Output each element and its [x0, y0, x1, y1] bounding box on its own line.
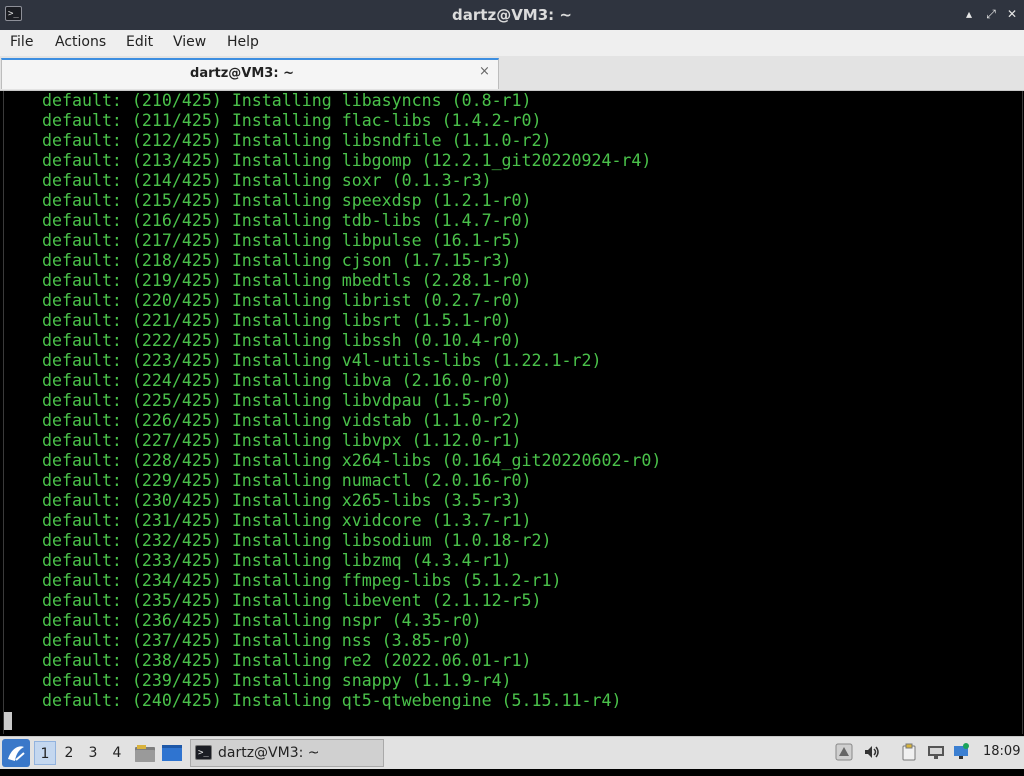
window-title: dartz@VM3: ~ — [452, 6, 572, 24]
terminal-task-icon: >_ — [195, 745, 212, 760]
maximize-icon[interactable]: ⤢ — [983, 6, 999, 22]
display-icon[interactable] — [952, 743, 970, 761]
window-titlebar[interactable]: >_ dartz@VM3: ~ ▴ ⤢ ✕ — [0, 0, 1024, 30]
terminal-line: default: (226/425) Installing vidstab (1… — [42, 411, 522, 430]
terminal-line: default: (225/425) Installing libvdpau (… — [42, 391, 512, 410]
menu-view[interactable]: View — [173, 34, 206, 50]
workspace-1[interactable]: 1 — [34, 741, 56, 765]
terminal-line: default: (216/425) Installing tdb-libs (… — [42, 211, 532, 230]
workspace-3[interactable]: 3 — [82, 741, 104, 765]
show-desktop-icon[interactable] — [161, 742, 183, 764]
terminal-cursor — [4, 712, 12, 730]
terminal-line: default: (214/425) Installing soxr (0.1.… — [42, 171, 492, 190]
terminal-line: default: (236/425) Installing nspr (4.35… — [42, 611, 482, 630]
terminal-line: default: (211/425) Installing flac-libs … — [42, 111, 542, 130]
terminal-line: default: (215/425) Installing speexdsp (… — [42, 191, 532, 210]
terminal-line: default: (240/425) Installing qt5-qtwebe… — [42, 691, 622, 710]
terminal-line: default: (217/425) Installing libpulse (… — [42, 231, 522, 250]
terminal-line: default: (232/425) Installing libsodium … — [42, 531, 552, 550]
clock: 18:09 — [983, 744, 1021, 759]
terminal-line: default: (219/425) Installing mbedtls (2… — [42, 271, 532, 290]
terminal-line: default: (233/425) Installing libzmq (4.… — [42, 551, 512, 570]
terminal-line: default: (228/425) Installing x264-libs … — [42, 451, 662, 470]
terminal-line: default: (230/425) Installing x265-libs … — [42, 491, 522, 510]
terminal-line: default: (213/425) Installing libgomp (1… — [42, 151, 652, 170]
menu-help[interactable]: Help — [227, 34, 259, 50]
clipboard-icon[interactable] — [900, 743, 918, 761]
menu-actions[interactable]: Actions — [55, 34, 106, 50]
tab-label: dartz@VM3: ~ — [190, 66, 294, 81]
terminal-line: default: (227/425) Installing libvpx (1.… — [42, 431, 522, 450]
tab-terminal[interactable]: dartz@VM3: ~ × — [1, 58, 499, 89]
taskbar-terminal-task[interactable]: >_ dartz@VM3: ~ — [190, 739, 384, 767]
terminal-line: default: (237/425) Installing nss (3.85-… — [42, 631, 472, 650]
menu-edit[interactable]: Edit — [126, 34, 153, 50]
terminal-line: default: (210/425) Installing libasyncns… — [42, 91, 532, 110]
start-menu-icon[interactable] — [2, 739, 30, 767]
taskbar: 1 2 3 4 >_ dartz@VM3: ~ 18:09 — [0, 736, 1024, 769]
file-manager-icon[interactable] — [134, 742, 156, 764]
workspace-4[interactable]: 4 — [106, 741, 128, 765]
terminal-line: default: (212/425) Installing libsndfile… — [42, 131, 552, 150]
terminal-line: default: (218/425) Installing cjson (1.7… — [42, 251, 512, 270]
terminal-line: default: (234/425) Installing ffmpeg-lib… — [42, 571, 562, 590]
terminal-line: default: (235/425) Installing libevent (… — [42, 591, 542, 610]
terminal-line: default: (238/425) Installing re2 (2022.… — [42, 651, 532, 670]
terminal-line: default: (239/425) Installing snappy (1.… — [42, 671, 512, 690]
terminal-line: default: (223/425) Installing v4l-utils-… — [42, 351, 602, 370]
terminal-line: default: (229/425) Installing numactl (2… — [42, 471, 532, 490]
network-icon[interactable] — [927, 743, 945, 761]
terminal-line: default: (222/425) Installing libssh (0.… — [42, 331, 522, 350]
taskbar-task-label: dartz@VM3: ~ — [218, 745, 320, 761]
menu-bar: File Actions Edit View Help — [0, 30, 1024, 56]
tab-bar: dartz@VM3: ~ × — [0, 56, 1024, 91]
minimize-icon[interactable]: ▴ — [961, 6, 977, 22]
terminal-line: default: (231/425) Installing xvidcore (… — [42, 511, 532, 530]
tab-close-icon[interactable]: × — [479, 64, 490, 79]
terminal-line: default: (220/425) Installing librist (0… — [42, 291, 522, 310]
close-icon[interactable]: ✕ — [1004, 6, 1020, 22]
volume-icon[interactable] — [863, 743, 881, 761]
menu-file[interactable]: File — [10, 34, 33, 50]
terminal-line: default: (224/425) Installing libva (2.1… — [42, 371, 512, 390]
terminal-output[interactable]: default: (210/425) Installing libasyncns… — [3, 91, 1023, 734]
workspace-2[interactable]: 2 — [58, 741, 80, 765]
terminal-line: default: (221/425) Installing libsrt (1.… — [42, 311, 512, 330]
notification-icon[interactable] — [835, 743, 853, 761]
